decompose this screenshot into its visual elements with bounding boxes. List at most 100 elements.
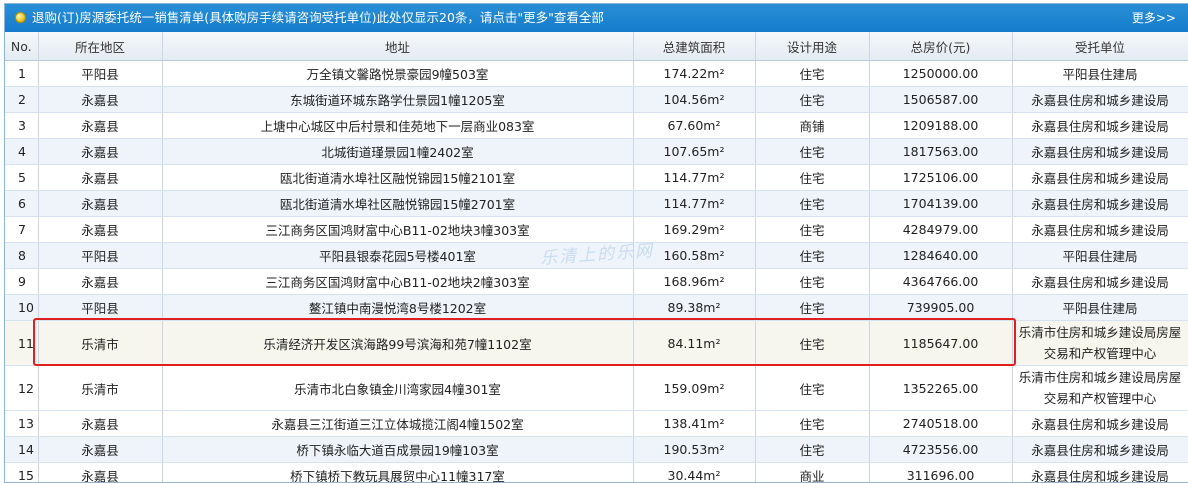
cell-price: 311696.00 (869, 463, 1012, 483)
cell-no: 11 (5, 321, 38, 366)
table-header-row: No. 所在地区 地址 总建筑面积 设计用途 总房价(元) 受托单位 (5, 32, 1188, 61)
cell-usage: 住宅 (755, 87, 869, 113)
cell-region: 永嘉县 (38, 139, 162, 165)
cell-agency: 永嘉县住房和城乡建设局 (1012, 463, 1188, 483)
cell-no: 14 (5, 437, 38, 463)
cell-address[interactable]: 乐清经济开发区滨海路99号滨海和苑7幢1102室 (162, 321, 633, 366)
cell-price: 1506587.00 (869, 87, 1012, 113)
table-row[interactable]: 15 永嘉县 桥下镇桥下教玩具展贸中心11幢317室 30.44m² 商业 31… (5, 463, 1188, 483)
cell-address[interactable]: 上塘中心城区中后村景和佳苑地下一层商业083室 (162, 113, 633, 139)
more-link[interactable]: 更多>> (1132, 4, 1176, 32)
cell-address[interactable]: 乐清市北白象镇金川湾家园4幢301室 (162, 366, 633, 411)
cell-no: 3 (5, 113, 38, 139)
cell-usage: 住宅 (755, 321, 869, 366)
info-icon (15, 12, 26, 23)
cell-area: 84.11m² (633, 321, 755, 366)
cell-region: 平阳县 (38, 61, 162, 87)
cell-address[interactable]: 永嘉县三江街道三江立体城揽江阁4幢1502室 (162, 411, 633, 437)
table-row[interactable]: 9 永嘉县 三江商务区国鸿财富中心B11-02地块2幢303室 168.96m²… (5, 269, 1188, 295)
cell-address[interactable]: 北城街道瑾景园1幢2402室 (162, 139, 633, 165)
col-header-agency: 受托单位 (1012, 32, 1188, 61)
cell-usage: 住宅 (755, 61, 869, 87)
table-row-highlighted[interactable]: 11 乐清市 乐清经济开发区滨海路99号滨海和苑7幢1102室 84.11m² … (5, 321, 1188, 366)
cell-usage: 商铺 (755, 113, 869, 139)
cell-address[interactable]: 瓯北街道清水埠社区融悦锦园15幢2701室 (162, 191, 633, 217)
table-row[interactable]: 3 永嘉县 上塘中心城区中后村景和佳苑地下一层商业083室 67.60m² 商铺… (5, 113, 1188, 139)
cell-usage: 住宅 (755, 243, 869, 269)
table-row[interactable]: 6 永嘉县 瓯北街道清水埠社区融悦锦园15幢2701室 114.77m² 住宅 … (5, 191, 1188, 217)
cell-area: 190.53m² (633, 437, 755, 463)
cell-area: 104.56m² (633, 87, 755, 113)
notice-text-after: 查看全部 (554, 10, 604, 25)
cell-no: 13 (5, 411, 38, 437)
col-header-usage: 设计用途 (755, 32, 869, 61)
col-header-price: 总房价(元) (869, 32, 1012, 61)
cell-address[interactable]: 鳌江镇中南漫悦湾8号楼1202室 (162, 295, 633, 321)
cell-area: 30.44m² (633, 463, 755, 483)
cell-usage: 住宅 (755, 191, 869, 217)
cell-agency: 平阳县住建局 (1012, 295, 1188, 321)
cell-usage: 住宅 (755, 217, 869, 243)
col-header-no: No. (5, 32, 38, 61)
cell-price: 1250000.00 (869, 61, 1012, 87)
cell-agency: 永嘉县住房和城乡建设局 (1012, 269, 1188, 295)
cell-area: 114.77m² (633, 165, 755, 191)
table-row[interactable]: 1 平阳县 万全镇文馨路悦景豪园9幢503室 174.22m² 住宅 12500… (5, 61, 1188, 87)
cell-area: 168.96m² (633, 269, 755, 295)
cell-price: 1704139.00 (869, 191, 1012, 217)
cell-address[interactable]: 东城街道环城东路学仕景园1幢1205室 (162, 87, 633, 113)
cell-address[interactable]: 万全镇文馨路悦景豪园9幢503室 (162, 61, 633, 87)
more-inline-link[interactable]: "更多" (517, 10, 554, 25)
cell-area: 174.22m² (633, 61, 755, 87)
table-row[interactable]: 4 永嘉县 北城街道瑾景园1幢2402室 107.65m² 住宅 1817563… (5, 139, 1188, 165)
cell-usage: 住宅 (755, 411, 869, 437)
cell-price: 4723556.00 (869, 437, 1012, 463)
cell-address[interactable]: 三江商务区国鸿财富中心B11-02地块3幢303室 (162, 217, 633, 243)
cell-no: 2 (5, 87, 38, 113)
notice-bar: 退购(订)房源委托统一销售清单(具体购房手续请咨询受托单位)此处仅显示20条，请… (5, 4, 1188, 32)
table-row[interactable]: 2 永嘉县 东城街道环城东路学仕景园1幢1205室 104.56m² 住宅 15… (5, 87, 1188, 113)
cell-usage: 住宅 (755, 269, 869, 295)
cell-region: 永嘉县 (38, 87, 162, 113)
table-row[interactable]: 10 平阳县 鳌江镇中南漫悦湾8号楼1202室 89.38m² 住宅 73990… (5, 295, 1188, 321)
cell-agency: 平阳县住建局 (1012, 243, 1188, 269)
col-header-area: 总建筑面积 (633, 32, 755, 61)
table-row[interactable]: 13 永嘉县 永嘉县三江街道三江立体城揽江阁4幢1502室 138.41m² 住… (5, 411, 1188, 437)
cell-address[interactable]: 桥下镇永临大道百成景园19幢103室 (162, 437, 633, 463)
table-row[interactable]: 12 乐清市 乐清市北白象镇金川湾家园4幢301室 159.09m² 住宅 13… (5, 366, 1188, 411)
cell-usage: 住宅 (755, 165, 869, 191)
cell-area: 89.38m² (633, 295, 755, 321)
cell-region: 平阳县 (38, 243, 162, 269)
col-header-region: 所在地区 (38, 32, 162, 61)
notice-text: 退购(订)房源委托统一销售清单(具体购房手续请咨询受托单位)此处仅显示20条，请… (32, 4, 604, 32)
cell-address[interactable]: 三江商务区国鸿财富中心B11-02地块2幢303室 (162, 269, 633, 295)
cell-agency: 乐清市住房和城乡建设局房屋交易和产权管理中心 (1012, 366, 1188, 411)
cell-region: 永嘉县 (38, 437, 162, 463)
table-row[interactable]: 7 永嘉县 三江商务区国鸿财富中心B11-02地块3幢303室 169.29m²… (5, 217, 1188, 243)
cell-usage: 住宅 (755, 295, 869, 321)
cell-usage: 住宅 (755, 139, 869, 165)
cell-no: 15 (5, 463, 38, 483)
cell-agency: 永嘉县住房和城乡建设局 (1012, 87, 1188, 113)
cell-no: 10 (5, 295, 38, 321)
table-row[interactable]: 5 永嘉县 瓯北街道清水埠社区融悦锦园15幢2101室 114.77m² 住宅 … (5, 165, 1188, 191)
cell-agency: 乐清市住房和城乡建设局房屋交易和产权管理中心 (1012, 321, 1188, 366)
cell-area: 159.09m² (633, 366, 755, 411)
cell-region: 永嘉县 (38, 463, 162, 483)
cell-region: 永嘉县 (38, 191, 162, 217)
cell-address[interactable]: 桥下镇桥下教玩具展贸中心11幢317室 (162, 463, 633, 483)
cell-price: 1209188.00 (869, 113, 1012, 139)
cell-price: 1284640.00 (869, 243, 1012, 269)
cell-area: 114.77m² (633, 191, 755, 217)
cell-region: 乐清市 (38, 321, 162, 366)
cell-area: 67.60m² (633, 113, 755, 139)
cell-region: 乐清市 (38, 366, 162, 411)
cell-agency: 永嘉县住房和城乡建设局 (1012, 165, 1188, 191)
cell-no: 8 (5, 243, 38, 269)
table-row[interactable]: 14 永嘉县 桥下镇永临大道百成景园19幢103室 190.53m² 住宅 47… (5, 437, 1188, 463)
cell-price: 4284979.00 (869, 217, 1012, 243)
cell-address[interactable]: 瓯北街道清水埠社区融悦锦园15幢2101室 (162, 165, 633, 191)
cell-usage: 住宅 (755, 366, 869, 411)
cell-no: 7 (5, 217, 38, 243)
cell-agency: 永嘉县住房和城乡建设局 (1012, 191, 1188, 217)
